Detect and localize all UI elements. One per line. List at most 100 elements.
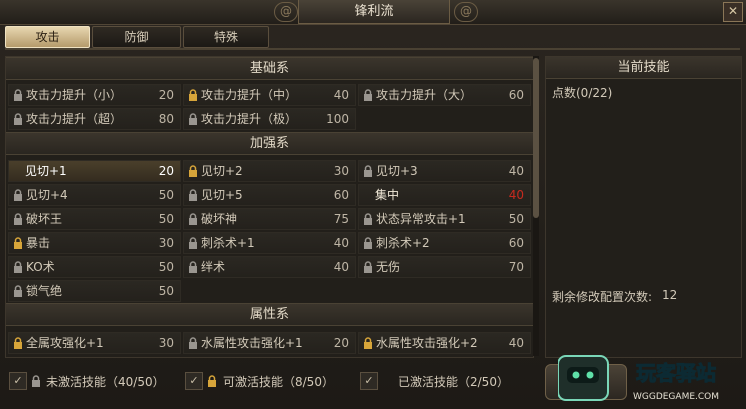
- gold-lock-icon: [208, 375, 216, 387]
- tab-special[interactable]: 特殊: [183, 26, 269, 48]
- skill-points: 30: [158, 336, 174, 350]
- skill-item[interactable]: 见切+4 50: [8, 184, 181, 206]
- skill-label: 见切+4: [26, 188, 68, 202]
- window-title: 锋利流: [298, 0, 450, 24]
- skill-points: 20: [158, 88, 174, 102]
- skill-points: 60: [508, 236, 524, 250]
- skill-item[interactable]: 绊术 40: [183, 256, 356, 278]
- skill-item[interactable]: 攻击力提升（超） 80: [8, 108, 181, 130]
- skill-label: 刺杀术+1: [201, 236, 255, 250]
- skill-label: 全属攻强化+1: [26, 336, 104, 350]
- skill-points: 50: [158, 284, 174, 298]
- skill-label: 水属性攻击强化+2: [376, 336, 478, 350]
- skill-item[interactable]: KO术 50: [8, 256, 181, 278]
- skill-label: 暴击: [26, 236, 51, 250]
- skill-points: 70: [508, 260, 524, 274]
- skill-item[interactable]: 见切+2 30: [183, 160, 356, 182]
- skill-item[interactable]: 攻击力提升（极） 100: [183, 108, 356, 130]
- skill-points: 30: [158, 236, 174, 250]
- skill-label: 破坏神: [201, 212, 238, 226]
- skill-item[interactable]: 集中 40: [358, 184, 531, 206]
- filter-activated-checkbox[interactable]: ✓: [360, 372, 378, 390]
- gold-lock-icon: [14, 337, 22, 349]
- points-text: 点数(0/22): [552, 86, 613, 100]
- gold-lock-icon: [189, 165, 197, 177]
- skill-label: 见切+5: [201, 188, 243, 202]
- skill-item[interactable]: 暴击 30: [8, 232, 181, 254]
- skill-label: 绊术: [201, 260, 226, 274]
- current-skills-title: 当前技能: [546, 57, 741, 79]
- skill-label: 集中: [375, 188, 400, 202]
- ornament-right-icon: @: [454, 2, 478, 22]
- skill-points: 40: [333, 88, 349, 102]
- watermark-url: WGGDEGAME.COM: [633, 392, 719, 402]
- skill-item[interactable]: 见切+5 60: [183, 184, 356, 206]
- skill-item[interactable]: 破坏神 75: [183, 208, 356, 230]
- filter-inactive-checkbox[interactable]: ✓: [9, 372, 27, 390]
- skill-points: 40: [333, 260, 349, 274]
- grey-lock-icon: [32, 375, 40, 387]
- skill-item[interactable]: 锁气绝 50: [8, 280, 181, 302]
- current-skills-panel: 当前技能 点数(0/22) 剩余修改配置次数: 12: [545, 56, 742, 358]
- scrollbar[interactable]: [533, 56, 539, 356]
- grey-lock-icon: [14, 113, 22, 125]
- skill-item[interactable]: 水属性攻击强化+2 40: [358, 332, 531, 354]
- skill-item[interactable]: 攻击力提升（小） 20: [8, 84, 181, 106]
- skill-label: 攻击力提升（大）: [376, 88, 473, 102]
- watermark-text: 玩客驿站: [636, 361, 716, 385]
- grey-lock-icon: [189, 189, 197, 201]
- skill-label: 锁气绝: [26, 284, 63, 298]
- skill-item[interactable]: 全属攻强化+1 30: [8, 332, 181, 354]
- skill-label: 无伤: [376, 260, 401, 274]
- grey-lock-icon: [189, 261, 197, 273]
- gold-lock-icon: [189, 89, 197, 101]
- skill-points: 40: [508, 336, 524, 350]
- skill-points: 80: [158, 112, 174, 126]
- skill-points: 75: [333, 212, 349, 226]
- section-header: 基础系: [6, 57, 533, 80]
- skill-label: 水属性攻击强化+1: [201, 336, 303, 350]
- grey-lock-icon: [14, 89, 22, 101]
- remaining-label: 剩余修改配置次数:: [552, 290, 653, 304]
- grey-lock-icon: [364, 237, 372, 249]
- skill-label: 破坏王: [26, 212, 63, 226]
- skill-points: 40: [333, 236, 349, 250]
- skill-label: 刺杀术+2: [376, 236, 430, 250]
- grey-lock-icon: [364, 213, 372, 225]
- skill-label: 见切+1: [25, 164, 67, 178]
- ornament-left-icon: @: [274, 2, 298, 22]
- skill-window: @ 锋利流 @ ✕ 攻击 防御 特殊 基础系 攻击力提升（小） 20 攻击力提升（中）…: [0, 0, 746, 409]
- tab-attack[interactable]: 攻击: [5, 26, 90, 48]
- skill-item[interactable]: 攻击力提升（大） 60: [358, 84, 531, 106]
- close-icon: ✕: [727, 4, 739, 18]
- section-header: 加强系: [6, 132, 533, 155]
- skill-item[interactable]: 无伤 70: [358, 256, 531, 278]
- tab-divider: [5, 48, 740, 50]
- skill-item[interactable]: 见切+3 40: [358, 160, 531, 182]
- title-bar: @ 锋利流 @ ✕: [0, 0, 746, 25]
- skill-item[interactable]: 见切+1 20: [8, 160, 181, 182]
- skill-item[interactable]: 刺杀术+1 40: [183, 232, 356, 254]
- skill-item[interactable]: 攻击力提升（中） 40: [183, 84, 356, 106]
- legend-inactive: 未激活技能（40/50）: [46, 375, 165, 389]
- scrollbar-thumb[interactable]: [533, 58, 539, 218]
- skill-label: 状态异常攻击+1: [376, 212, 466, 226]
- skill-item[interactable]: 水属性攻击强化+1 20: [183, 332, 356, 354]
- skill-label: KO术: [26, 260, 55, 274]
- gold-lock-icon: [364, 337, 372, 349]
- skill-points: 50: [158, 188, 174, 202]
- filter-available-checkbox[interactable]: ✓: [185, 372, 203, 390]
- tab-defense[interactable]: 防御: [92, 26, 181, 48]
- grey-lock-icon: [14, 261, 22, 273]
- skill-points: 40: [508, 164, 524, 178]
- skill-item[interactable]: 状态异常攻击+1 50: [358, 208, 531, 230]
- skill-points: 60: [508, 88, 524, 102]
- legend-available: 可激活技能（8/50）: [223, 375, 334, 389]
- skill-points: 40: [508, 188, 524, 202]
- close-button[interactable]: ✕: [723, 2, 743, 22]
- skill-item[interactable]: 破坏王 50: [8, 208, 181, 230]
- grey-lock-icon: [14, 189, 22, 201]
- skill-label: 攻击力提升（中）: [201, 88, 298, 102]
- gold-lock-icon: [14, 237, 22, 249]
- skill-item[interactable]: 刺杀术+2 60: [358, 232, 531, 254]
